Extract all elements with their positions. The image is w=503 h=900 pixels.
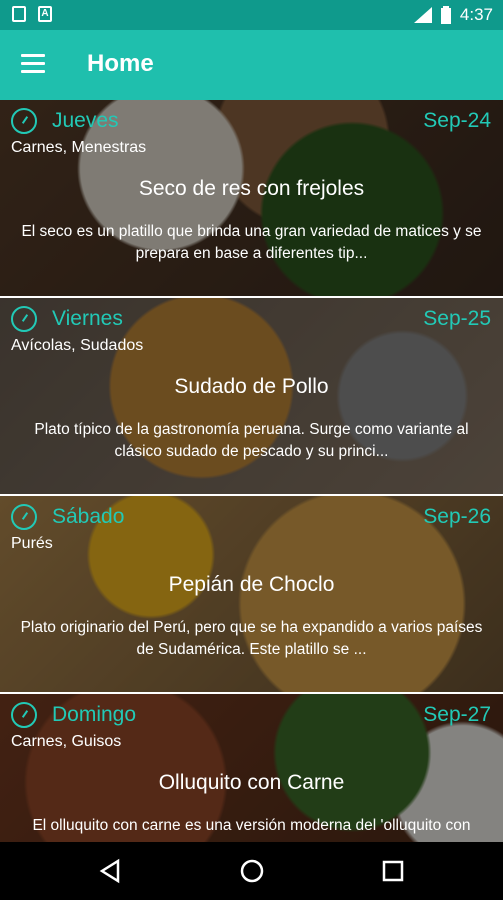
- card-date: Sep-27: [423, 703, 491, 726]
- card-description: El olluquito con carne es una versión mo…: [32, 817, 471, 834]
- recents-icon[interactable]: [378, 856, 408, 886]
- clock-icon: [11, 108, 37, 134]
- status-time: 4:37: [459, 5, 493, 24]
- card-date: Sep-24: [423, 109, 491, 132]
- card-categories: Carnes, Guisos: [11, 733, 122, 750]
- card-categories: Purés: [11, 535, 53, 552]
- menu-card[interactable]: Jueves Sep-24 Carnes, Menestras Seco de …: [0, 100, 503, 296]
- card-description: Plato originario del Perú, pero que se h…: [20, 619, 483, 658]
- menu-feed[interactable]: Jueves Sep-24 Carnes, Menestras Seco de …: [0, 100, 503, 842]
- menu-card[interactable]: Sábado Sep-26 Purés Pepián de Choclo Pla…: [0, 496, 503, 692]
- card-description: El seco es un platillo que brinda una gr…: [21, 223, 482, 262]
- signal-icon: [413, 7, 432, 23]
- card-categories: Avícolas, Sudados: [11, 337, 144, 354]
- menu-card[interactable]: Domingo Sep-27 Carnes, Guisos Olluquito …: [0, 694, 503, 842]
- card-title: Sudado de Pollo: [174, 375, 329, 398]
- page-title: Home: [87, 50, 154, 77]
- clock-icon: [11, 702, 37, 728]
- card-day: Viernes: [52, 307, 123, 330]
- card-description: Plato típico de la gastronomía peruana. …: [34, 421, 469, 460]
- back-icon[interactable]: [96, 856, 126, 886]
- card-categories: Carnes, Menestras: [11, 139, 147, 156]
- card-day: Sábado: [52, 505, 125, 528]
- menu-card[interactable]: Viernes Sep-25 Avícolas, Sudados Sudado …: [0, 298, 503, 494]
- notification-a-icon: A: [38, 6, 52, 22]
- home-icon[interactable]: [237, 856, 267, 886]
- clock-icon: [11, 306, 37, 332]
- app-bar: Home: [0, 30, 503, 100]
- card-day: Domingo: [52, 703, 137, 726]
- battery-icon: [440, 6, 451, 24]
- menu-icon[interactable]: [21, 54, 45, 74]
- card-date: Sep-25: [423, 307, 491, 330]
- clock-icon: [11, 504, 37, 530]
- sd-card-icon: [12, 6, 26, 22]
- navigation-bar: [0, 842, 503, 900]
- card-title: Seco de res con frejoles: [138, 177, 365, 200]
- card-title: Pepián de Choclo: [168, 573, 335, 596]
- card-title: Olluquito con Carne: [158, 771, 345, 794]
- card-day: Jueves: [52, 109, 119, 132]
- status-bar: A 4:37: [0, 0, 503, 30]
- card-date: Sep-26: [423, 505, 491, 528]
